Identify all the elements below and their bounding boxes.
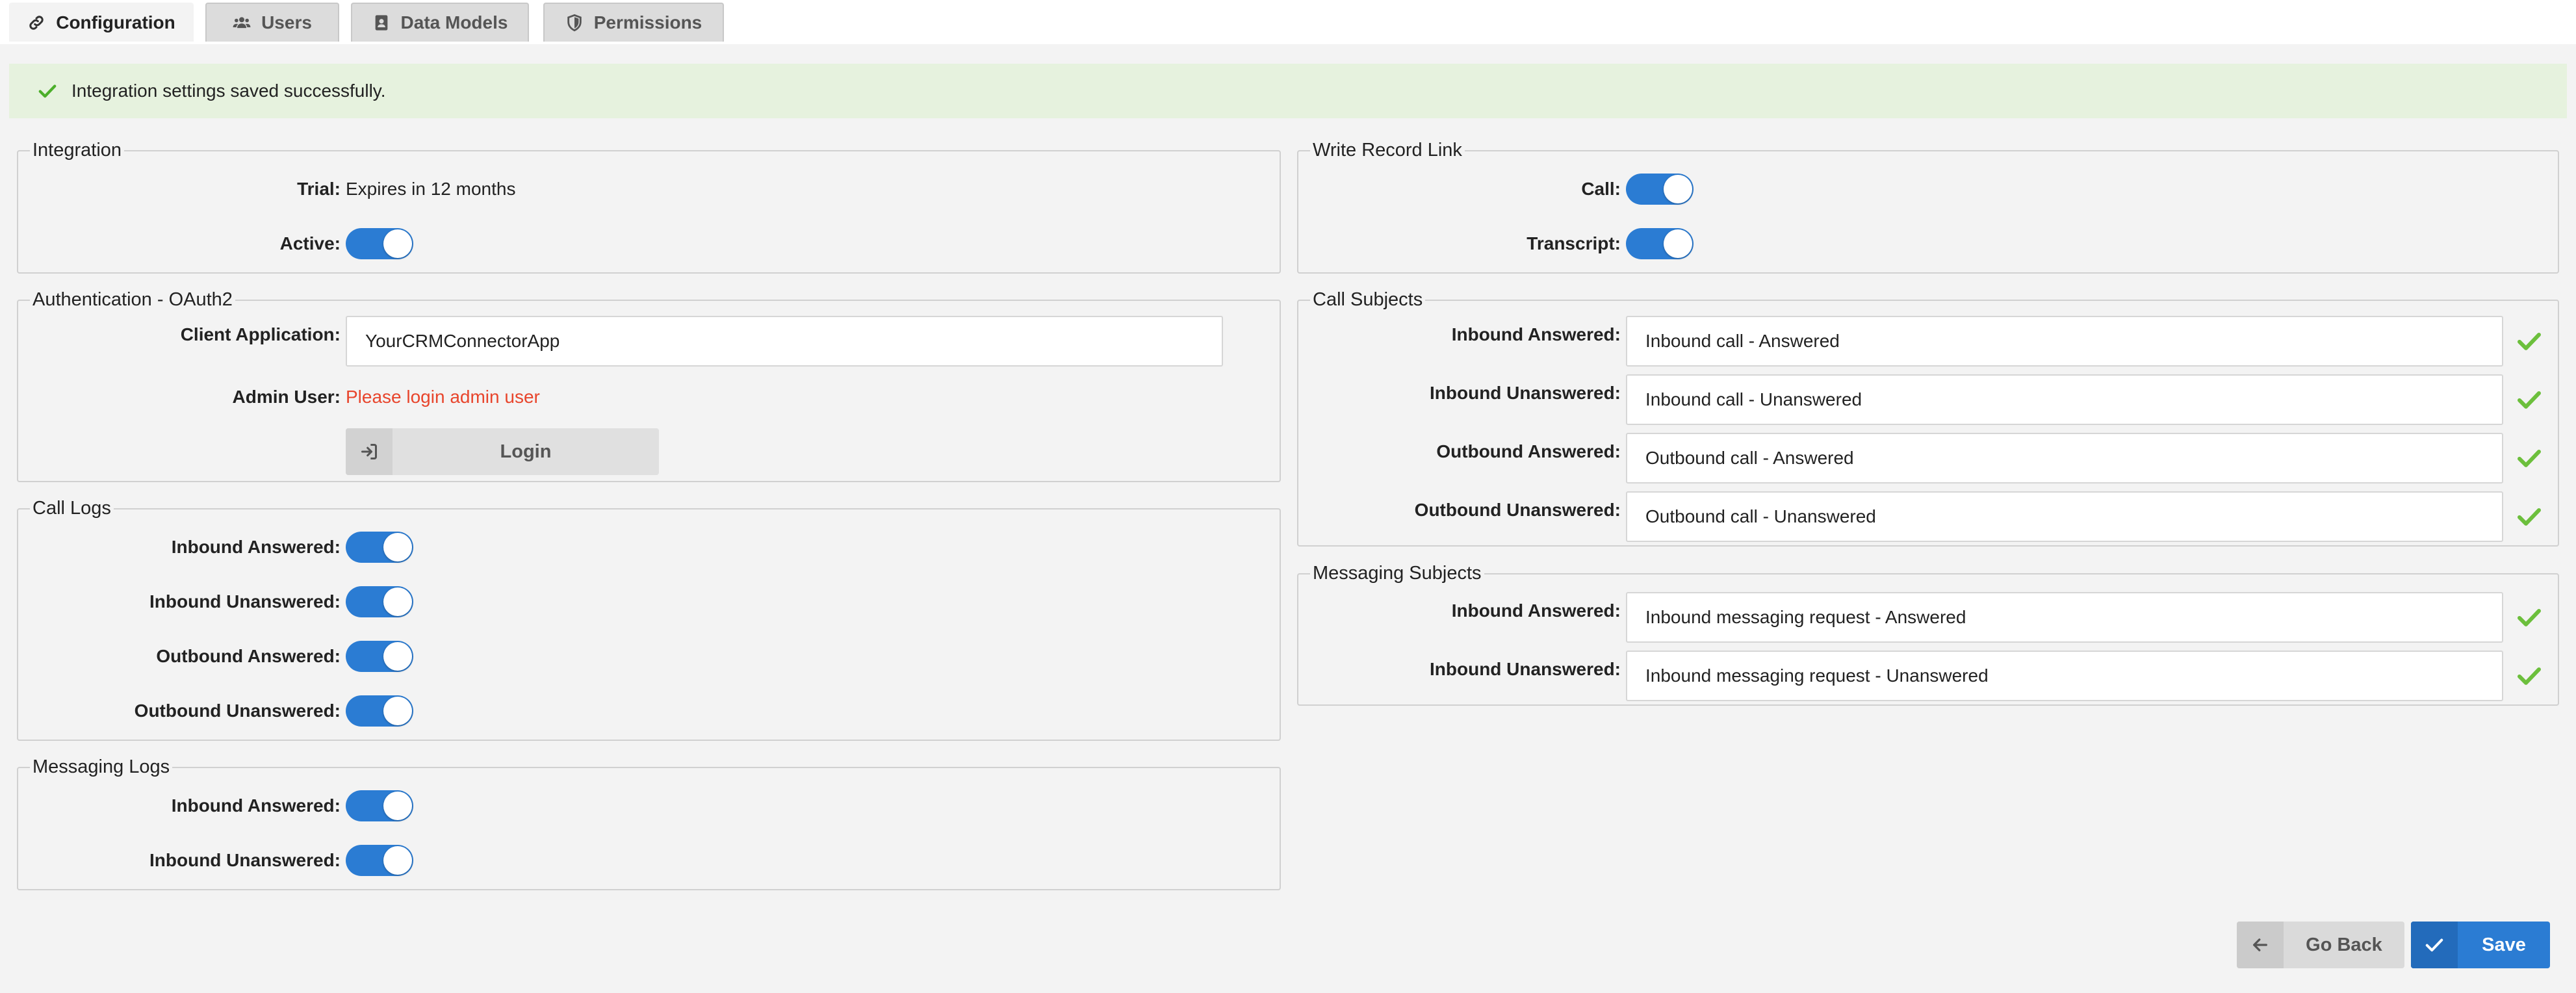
link-icon xyxy=(29,16,44,30)
panel-title: Call Subjects xyxy=(1310,289,1426,311)
messaging-subject-field[interactable]: Inbound messaging request - Answered xyxy=(1626,592,2503,643)
admin-user-value: Please login admin user xyxy=(346,387,540,407)
trial-value: Expires in 12 months xyxy=(346,179,516,199)
tab-data-models[interactable]: Data Models xyxy=(351,3,529,42)
tab-permissions[interactable]: Permissions xyxy=(543,3,724,42)
save-label: Save xyxy=(2482,934,2526,955)
call-subjects-panel: Call Subjects Inbound Answered: Inbound … xyxy=(1297,289,2559,547)
call-subject-field[interactable]: Inbound call - Unanswered xyxy=(1626,374,2503,425)
record-link-label: Transcript: xyxy=(1526,233,1621,253)
valid-check-icon xyxy=(2518,391,2541,409)
valid-check-icon xyxy=(2518,667,2541,685)
panel-title: Integration xyxy=(30,140,125,161)
valid-check-icon xyxy=(2518,609,2541,626)
go-back-label: Go Back xyxy=(2306,934,2382,955)
record-link-label: Call: xyxy=(1581,179,1621,199)
call-subject-label: Outbound Answered: xyxy=(1436,441,1621,461)
call-log-toggle[interactable] xyxy=(346,641,413,672)
panel-title: Messaging Subjects xyxy=(1310,563,1484,584)
users-icon xyxy=(233,17,251,29)
tab-bar: Configuration Users Data Models Permissi… xyxy=(0,0,2576,44)
call-logs-panel: Call Logs Inbound Answered: Inbound Unan… xyxy=(17,498,1281,741)
address-book-icon xyxy=(375,15,387,31)
client-application-label: Client Application: xyxy=(180,324,341,344)
messaging-subject-field[interactable]: Inbound messaging request - Unanswered xyxy=(1626,651,2503,701)
call-subject-label: Outbound Unanswered: xyxy=(1414,500,1621,520)
tab-label: Configuration xyxy=(56,12,175,32)
integration-panel: Integration Trial: Expires in 12 months … xyxy=(17,140,1281,274)
call-log-label: Inbound Answered: xyxy=(171,537,341,557)
write-record-link-panel: Write Record Link Call: Transcript: xyxy=(1297,140,2559,274)
messaging-subject-label: Inbound Unanswered: xyxy=(1430,659,1621,679)
tab-label: Users xyxy=(261,12,312,32)
sign-in-icon xyxy=(346,428,393,475)
valid-check-icon xyxy=(2518,333,2541,350)
client-application-field[interactable]: YourCRMConnectorApp xyxy=(346,316,1223,367)
messaging-log-label: Inbound Unanswered: xyxy=(149,850,341,870)
tab-label: Data Models xyxy=(400,12,508,32)
call-log-toggle[interactable] xyxy=(346,695,413,727)
active-label: Active: xyxy=(279,233,341,253)
banner-message: Integration settings saved successfully. xyxy=(71,81,386,101)
go-back-button[interactable]: Go Back xyxy=(2237,922,2404,968)
success-banner: Integration settings saved successfully. xyxy=(9,64,2567,118)
panel-title: Messaging Logs xyxy=(30,756,173,778)
login-label: Login xyxy=(500,441,552,462)
call-subject-field[interactable]: Inbound call - Answered xyxy=(1626,316,2503,367)
trial-label: Trial: xyxy=(297,179,341,199)
call-link-toggle[interactable] xyxy=(1626,174,1694,205)
panel-title: Authentication - OAuth2 xyxy=(30,289,235,311)
auth-panel: Authentication - OAuth2 Client Applicati… xyxy=(17,289,1281,482)
call-log-label: Outbound Unanswered: xyxy=(134,701,341,721)
arrow-left-icon xyxy=(2237,922,2284,968)
call-log-toggle[interactable] xyxy=(346,532,413,563)
valid-check-icon xyxy=(2518,450,2541,467)
check-icon xyxy=(2411,922,2458,968)
shield-icon xyxy=(567,14,582,32)
login-button[interactable]: Login xyxy=(346,428,659,475)
check-icon xyxy=(38,84,57,98)
call-log-toggle[interactable] xyxy=(346,586,413,617)
tab-label: Permissions xyxy=(593,12,702,32)
messaging-log-toggle[interactable] xyxy=(346,790,413,821)
admin-user-label: Admin User: xyxy=(232,387,341,407)
messaging-logs-panel: Messaging Logs Inbound Answered: Inbound… xyxy=(17,756,1281,890)
panel-title: Call Logs xyxy=(30,498,114,519)
tab-configuration[interactable]: Configuration xyxy=(9,3,194,42)
call-subject-field[interactable]: Outbound call - Unanswered xyxy=(1626,491,2503,542)
panel-title: Write Record Link xyxy=(1310,140,1465,161)
active-toggle[interactable] xyxy=(346,228,413,259)
messaging-log-label: Inbound Answered: xyxy=(171,795,341,816)
call-subject-label: Inbound Answered: xyxy=(1451,324,1621,344)
call-subject-label: Inbound Unanswered: xyxy=(1430,383,1621,403)
save-button[interactable]: Save xyxy=(2411,922,2550,968)
transcript-link-toggle[interactable] xyxy=(1626,228,1694,259)
call-log-label: Outbound Answered: xyxy=(156,646,341,666)
messaging-log-toggle[interactable] xyxy=(346,845,413,876)
messaging-subjects-panel: Messaging Subjects Inbound Answered: Inb… xyxy=(1297,563,2559,706)
tab-users[interactable]: Users xyxy=(205,3,339,42)
valid-check-icon xyxy=(2518,508,2541,526)
call-log-label: Inbound Unanswered: xyxy=(149,591,341,612)
call-subject-field[interactable]: Outbound call - Answered xyxy=(1626,433,2503,484)
messaging-subject-label: Inbound Answered: xyxy=(1451,600,1621,621)
